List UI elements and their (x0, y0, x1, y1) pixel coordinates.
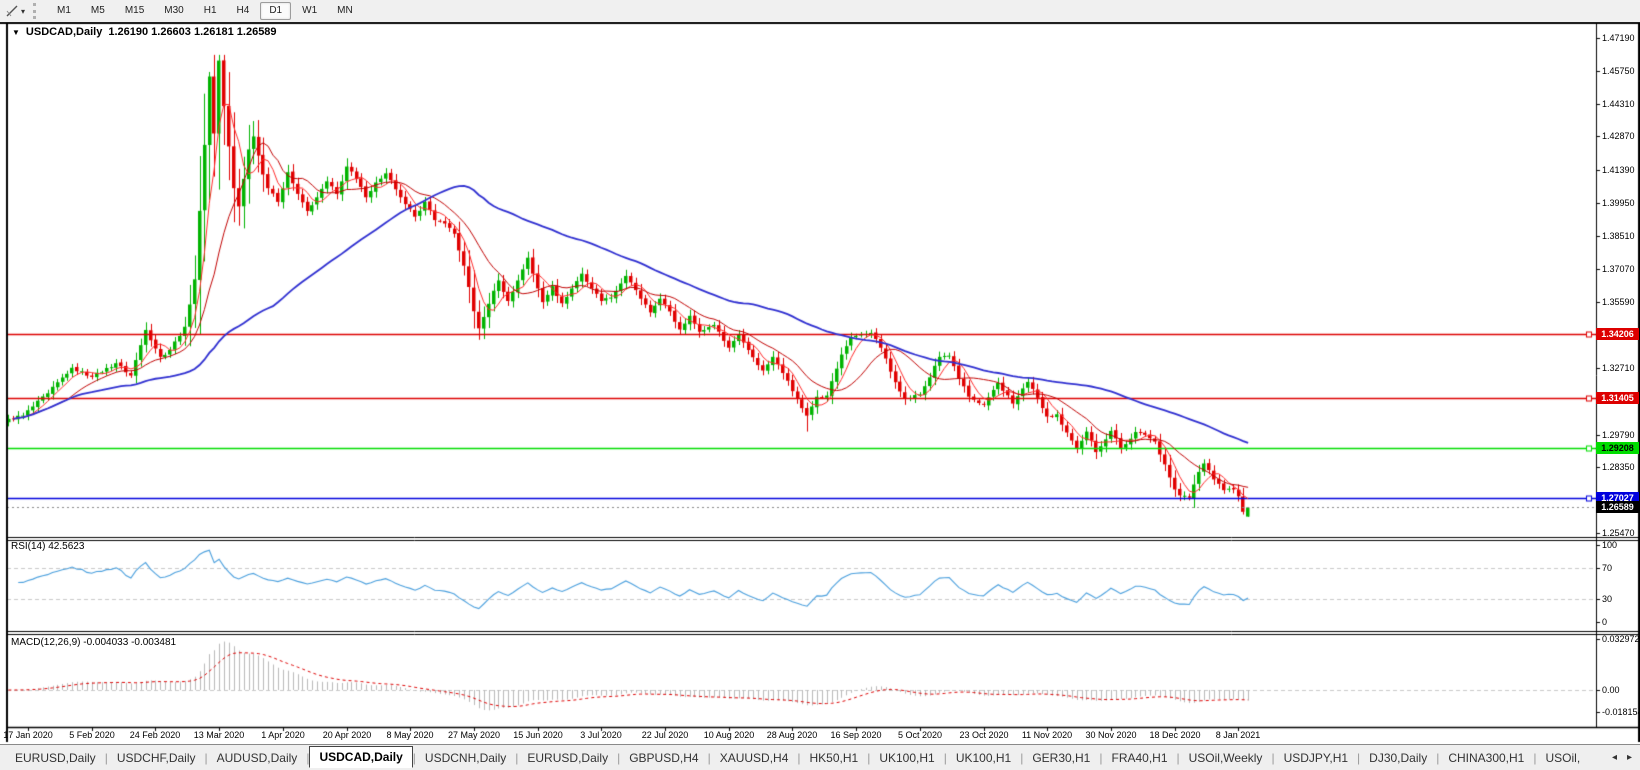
price-tick-label: 1.25470 (1602, 528, 1635, 538)
chart-title-ohlc: 1.26190 1.26603 1.26181 1.26589 (108, 26, 276, 38)
rsi-tick-label: 100 (1602, 540, 1617, 550)
timeframe-button-h1[interactable]: H1 (195, 2, 226, 20)
timeframe-button-mn[interactable]: MN (328, 2, 362, 20)
price-tick-label: 1.44310 (1602, 99, 1635, 109)
price-tick-label: 1.45750 (1602, 66, 1635, 76)
mt4-terminal: { "toolbar": { "timeframes": [ {"label":… (0, 0, 1640, 770)
tab-ger30-h1[interactable]: GER30,H1 (1023, 748, 1099, 768)
date-label: 28 Aug 2020 (757, 730, 827, 741)
tab-audusd-daily[interactable]: AUDUSD,Daily (208, 748, 307, 768)
date-label: 30 Nov 2020 (1076, 730, 1146, 741)
chart-title: ▼ USDCAD,Daily 1.26190 1.26603 1.26181 1… (12, 26, 277, 38)
date-label: 8 May 2020 (375, 730, 445, 741)
date-label: 1 Apr 2020 (248, 730, 318, 741)
rsi-tick-label: 30 (1602, 594, 1612, 604)
hline-price-badge: 1.31405 (1596, 392, 1639, 404)
tab-dj30-daily[interactable]: DJ30,Daily (1360, 748, 1436, 768)
date-label: 17 Jan 2020 (0, 730, 63, 741)
price-tick-label: 1.29790 (1602, 430, 1635, 440)
macd-label: MACD(12,26,9) -0.004033 -0.003481 (11, 637, 176, 648)
date-label: 8 Jan 2021 (1203, 730, 1273, 741)
timeframe-button-w1[interactable]: W1 (293, 2, 326, 20)
timeframe-toolbar: ▾ M1 M5 M15 M30 H1 H4 D1 W1 MN (0, 0, 1640, 22)
tab-fra40-h1[interactable]: FRA40,H1 (1102, 748, 1176, 768)
price-tick-label: 1.35590 (1602, 297, 1635, 307)
chart-title-symbol: USDCAD,Daily (26, 26, 102, 38)
rsi-tick-label: 0 (1602, 617, 1607, 627)
date-label: 23 Oct 2020 (949, 730, 1019, 741)
price-tick-label: 1.28350 (1602, 462, 1635, 472)
hline-price-badge: 1.29208 (1596, 442, 1639, 454)
price-tick-label: 1.42870 (1602, 131, 1635, 141)
tab-uk100-h1[interactable]: UK100,H1 (870, 748, 943, 768)
line-studies-icon[interactable] (3, 2, 21, 20)
date-label: 22 Jul 2020 (630, 730, 700, 741)
timeframe-button-m1[interactable]: M1 (48, 2, 80, 20)
chart-tabs-bar: EURUSD,Daily|USDCHF,Daily|AUDUSD,Daily|U… (0, 744, 1640, 770)
tab-usdjpy-h1[interactable]: USDJPY,H1 (1275, 748, 1357, 768)
tabs-scroll-left-icon[interactable]: ◂ (1612, 752, 1617, 763)
toolbar-drag-handle[interactable] (33, 3, 39, 19)
tab-usdcnh-daily[interactable]: USDCNH,Daily (416, 748, 515, 768)
price-tick-label: 1.37070 (1602, 264, 1635, 274)
price-tick-label: 1.32710 (1602, 363, 1635, 373)
tab-usoil-[interactable]: USOil, (1536, 748, 1589, 768)
date-label: 18 Dec 2020 (1140, 730, 1210, 741)
rsi-label: RSI(14) 42.5623 (11, 541, 84, 552)
timeframe-button-m30[interactable]: M30 (155, 2, 192, 20)
hline-price-badge: 1.34206 (1596, 328, 1639, 340)
line-studies-glyph (5, 4, 19, 18)
date-label: 10 Aug 2020 (694, 730, 764, 741)
date-label: 11 Nov 2020 (1012, 730, 1082, 741)
macd-tick-label: -0.018154 (1602, 707, 1640, 717)
date-label: 5 Feb 2020 (57, 730, 127, 741)
timeframe-button-d1[interactable]: D1 (260, 2, 291, 20)
tab-gbpusd-h4[interactable]: GBPUSD,H4 (620, 748, 707, 768)
tabs-scroll-arrows: ◂▸ (1604, 752, 1640, 763)
current-price-badge: 1.26589 (1596, 501, 1639, 513)
collapse-caret-icon[interactable]: ▼ (12, 28, 20, 37)
tab-eurusd-daily[interactable]: EURUSD,Daily (518, 748, 617, 768)
timeframe-button-h4[interactable]: H4 (228, 2, 259, 20)
timeframe-button-m5[interactable]: M5 (82, 2, 114, 20)
date-label: 3 Jul 2020 (566, 730, 636, 741)
chart-window: ▼ USDCAD,Daily 1.26190 1.26603 1.26181 1… (0, 0, 1640, 744)
macd-tick-label: 0.032972 (1602, 634, 1640, 644)
rsi-tick-label: 70 (1602, 563, 1612, 573)
date-label: 16 Sep 2020 (821, 730, 891, 741)
tab-china300-h1[interactable]: CHINA300,H1 (1439, 748, 1533, 768)
tab-usdchf-daily[interactable]: USDCHF,Daily (108, 748, 205, 768)
chart-canvas[interactable] (0, 0, 1640, 744)
price-tick-label: 1.47190 (1602, 33, 1635, 43)
tab-xauusd-h4[interactable]: XAUUSD,H4 (711, 748, 798, 768)
date-label: 13 Mar 2020 (184, 730, 254, 741)
date-label: 20 Apr 2020 (312, 730, 382, 741)
tabs-scroll-right-icon[interactable]: ▸ (1627, 752, 1632, 763)
date-label: 15 Jun 2020 (503, 730, 573, 741)
price-tick-label: 1.41390 (1602, 165, 1635, 175)
dropdown-caret-icon[interactable]: ▾ (21, 7, 25, 16)
macd-tick-label: 0.00 (1602, 685, 1620, 695)
tab-eurusd-daily[interactable]: EURUSD,Daily (6, 748, 105, 768)
tab-usdcad-daily[interactable]: USDCAD,Daily (309, 746, 412, 768)
price-tick-label: 1.38510 (1602, 231, 1635, 241)
date-label: 27 May 2020 (439, 730, 509, 741)
price-tick-label: 1.39950 (1602, 198, 1635, 208)
tab-uk100-h1[interactable]: UK100,H1 (947, 748, 1020, 768)
date-label: 24 Feb 2020 (120, 730, 190, 741)
tab-usoil-weekly[interactable]: USOil,Weekly (1180, 748, 1272, 768)
date-label: 5 Oct 2020 (885, 730, 955, 741)
timeframe-button-m15[interactable]: M15 (116, 2, 153, 20)
tab-hk50-h1[interactable]: HK50,H1 (801, 748, 868, 768)
